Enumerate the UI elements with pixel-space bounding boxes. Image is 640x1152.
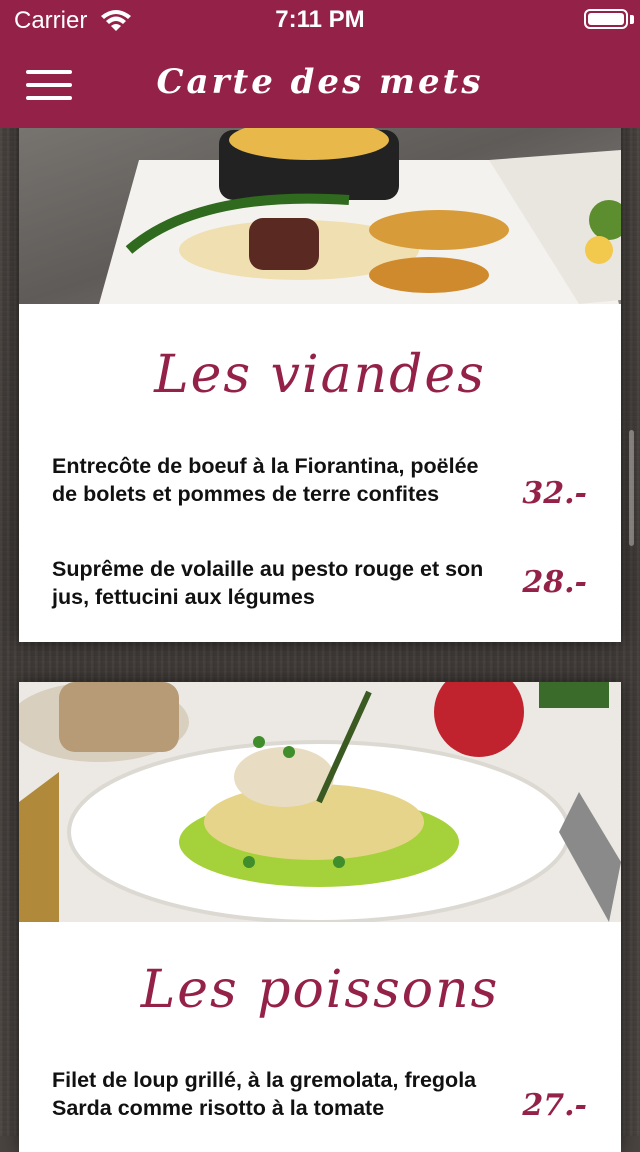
menu-section-card-viandes: Les viandes Entrecôte de boeuf à la Fior… (19, 100, 621, 642)
page-title: Carte des mets (156, 62, 484, 102)
status-bar: Carrier 7:11 PM (0, 0, 640, 40)
menu-item-price: 32.- (522, 476, 587, 511)
section-heading: Les poissons (140, 960, 500, 1020)
section-heading: Les viandes (154, 345, 486, 405)
fish-dish-photo (19, 682, 621, 922)
menu-item-price: 28.- (522, 565, 587, 600)
navigation-bar: Carte des mets (0, 40, 640, 128)
clock-time: 7:11 PM (275, 6, 365, 33)
menu-item-name[interactable]: Entrecôte de boeuf à la Fiorantina, poël… (52, 452, 492, 508)
menu-item-price: 27.- (522, 1088, 587, 1123)
meat-dish-photo (19, 100, 621, 304)
menu-item-name[interactable]: Filet de loup grillé, à la gremolata, fr… (52, 1066, 492, 1122)
battery-icon (584, 9, 628, 29)
menu-item-name[interactable]: Suprême de volaille au pesto rouge et so… (52, 555, 492, 611)
battery-cap-icon (630, 15, 634, 24)
scroll-indicator[interactable] (629, 430, 634, 546)
menu-section-card-poissons: Les poissons Filet de loup grillé, à la … (19, 682, 621, 1152)
